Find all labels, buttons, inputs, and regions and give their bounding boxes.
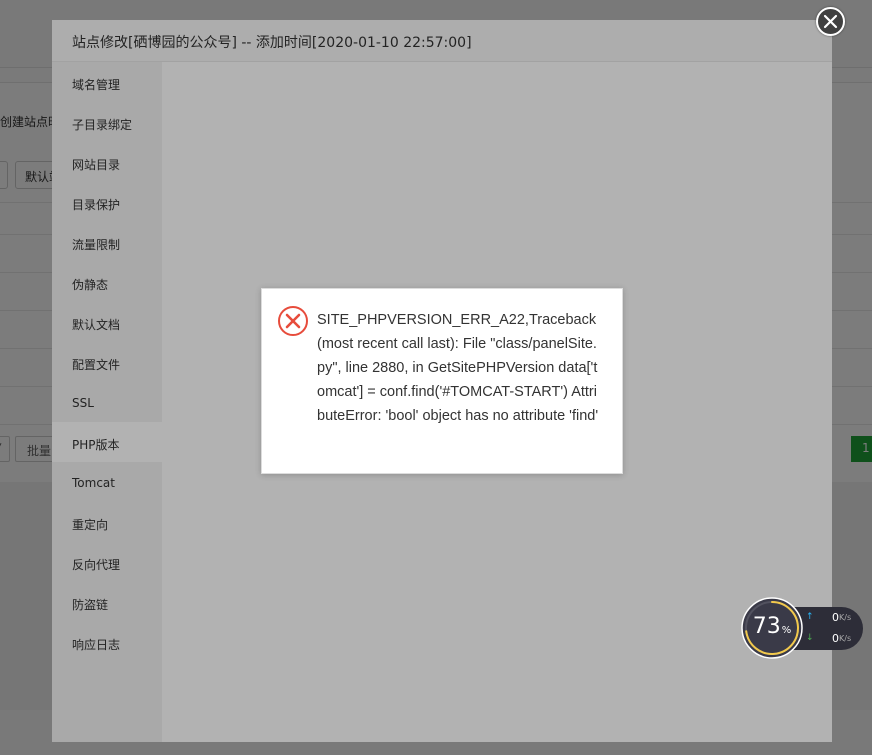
arrow-up-icon: ↑ <box>806 612 814 622</box>
cpu-usage-unit: % <box>781 625 792 636</box>
download-speed-value: 0 <box>832 632 839 645</box>
error-message-box: SITE_PHPVERSION_ERR_A22,Traceback (most … <box>261 288 623 474</box>
error-x-circle-icon <box>278 306 308 336</box>
cpu-usage-value: 73 <box>752 614 781 639</box>
upload-speed-value: 0 <box>832 611 839 624</box>
error-message-text: SITE_PHPVERSION_ERR_A22,Traceback (most … <box>317 312 599 424</box>
download-speed-unit: K/s <box>839 634 852 643</box>
close-icon <box>823 14 838 29</box>
dialog-close-button[interactable] <box>816 7 845 36</box>
cpu-usage-readout: 73% <box>741 614 803 639</box>
arrow-down-icon: ↓ <box>806 633 814 643</box>
upload-speed-unit: K/s <box>839 613 852 622</box>
